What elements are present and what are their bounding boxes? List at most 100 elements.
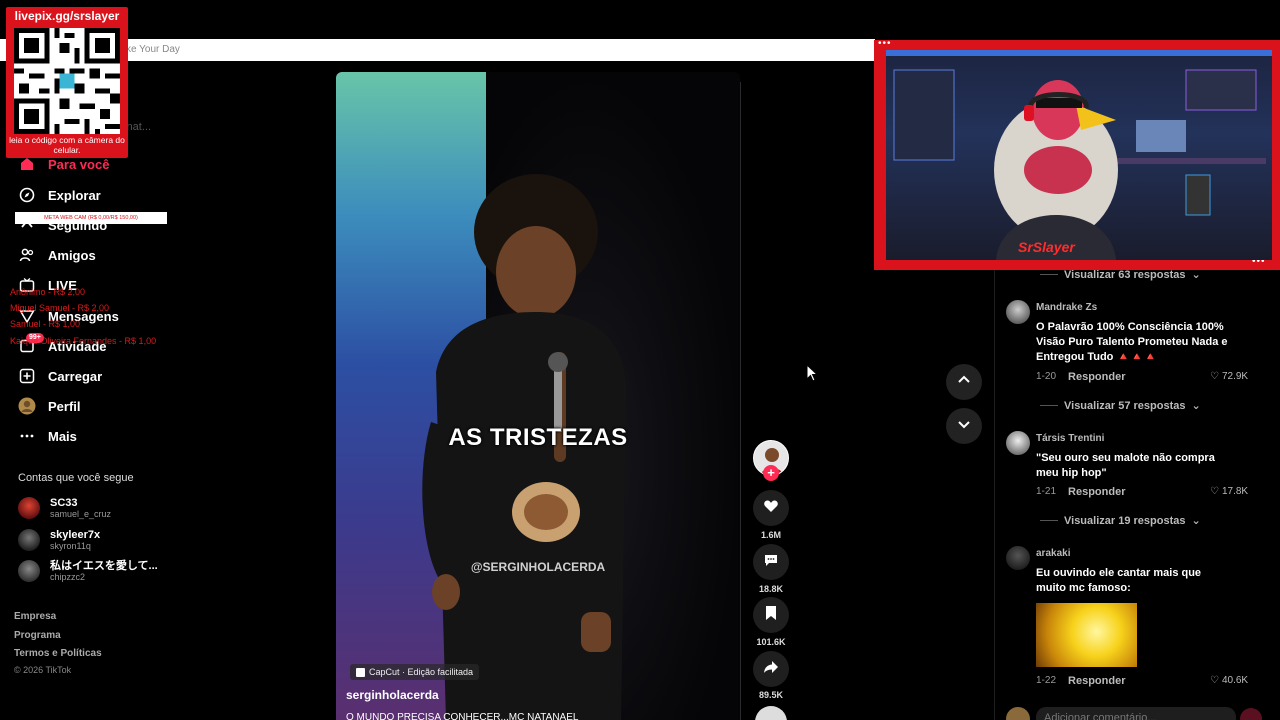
chevron-up-icon [957, 373, 971, 392]
bookmark-icon [764, 605, 778, 626]
nav-item-friends[interactable]: Amigos [18, 244, 96, 266]
account-avatar [18, 529, 40, 551]
view-replies-button[interactable]: Visualizar 19 respostas ⌄ [1040, 514, 1201, 527]
comment-username[interactable]: Társis Trentini [1036, 433, 1104, 444]
capcut-badge[interactable]: CapCut · Edição facilitada [350, 664, 480, 680]
account-name: SC33 [50, 497, 78, 509]
capcut-label: CapCut · Edição facilitada [369, 667, 474, 677]
compass-icon [18, 186, 36, 204]
plus-square-icon [18, 367, 36, 385]
top-strip [0, 0, 1280, 39]
account-avatar [18, 560, 40, 582]
donation-entry: Kaique Oliveira Fernandes - R$ 1,00 [10, 336, 157, 346]
chevron-down-icon: ⌄ [1191, 400, 1201, 412]
comment-meta: 1-21 Responder [1036, 486, 1125, 498]
previous-video-button[interactable] [946, 364, 982, 400]
video-author[interactable]: serginholacerda [346, 688, 439, 702]
comment-text: Eu ouvindo ele cantar mais que muito mc … [1036, 567, 1202, 594]
comment-like-count: 17.8K [1221, 486, 1249, 497]
followed-account[interactable]: SC33 samuel_e_cruz [18, 495, 111, 521]
view-replies-button[interactable]: Visualizar 57 respostas ⌄ [1040, 399, 1201, 412]
account-handle: skyron11q [50, 541, 91, 551]
reply-button[interactable]: Responder [1068, 371, 1125, 383]
share-button[interactable] [753, 651, 789, 687]
comment-meta: 1-22 Responder [1036, 675, 1125, 687]
nav-item-explore[interactable]: Explorar [18, 184, 101, 206]
replies-label: Visualizar 63 respostas [1064, 268, 1186, 281]
comment-icon [763, 552, 779, 573]
comment-text: O Palavrão 100% Consciência 100% Visão P… [1036, 321, 1228, 363]
video-divider [740, 82, 741, 720]
followed-account[interactable]: skyleer7x skyron11q [18, 527, 100, 553]
footer-link-program[interactable]: Programa [14, 630, 61, 641]
share-count: 89.5K [758, 690, 784, 700]
video-player[interactable]: AS TRISTEZAS @SERGINHOLACERDA CapCut · E… [336, 72, 740, 720]
following-accounts-title: Contas que você segue [18, 472, 134, 484]
nav-item-profile[interactable]: Perfil [18, 395, 81, 417]
account-handle: chipzzc2 [50, 572, 86, 582]
share-icon [763, 659, 779, 680]
comment-username[interactable]: Mandrake Zs [1036, 302, 1097, 313]
streamer-name: SrSlayer [1018, 239, 1075, 255]
save-count: 101.6K [756, 637, 786, 647]
comment-like-count: 72.9K [1221, 371, 1249, 382]
heart-icon [763, 498, 779, 519]
nav-label: Perfil [48, 398, 81, 414]
comment-input[interactable]: Adicionar comentário... [1036, 707, 1236, 720]
nav-label: Para você [48, 156, 110, 172]
streamer-room-scene [886, 50, 1272, 260]
comment-avatar[interactable] [1006, 546, 1030, 570]
comment-avatar[interactable] [1006, 431, 1030, 455]
replies-label: Visualizar 19 respostas [1064, 514, 1186, 527]
comment-text: "Seu ouro seu malote não compra meu hip … [1036, 452, 1215, 479]
nav-item-more[interactable]: Mais [18, 425, 77, 447]
search-text: ke Your Day [126, 44, 180, 55]
chevron-down-icon [957, 417, 971, 436]
comment-like[interactable]: ♡ 40.6K [1210, 675, 1248, 686]
heart-outline-icon: ♡ [1210, 486, 1219, 497]
capcut-icon [356, 667, 365, 677]
friends-icon [18, 246, 36, 264]
streamer-avatar-illustration [886, 50, 1272, 260]
comment-meta: 1-20 Responder [1036, 371, 1125, 383]
donation-entry: Anônimo - R$ 2,00 [10, 287, 86, 297]
account-avatar [18, 497, 40, 519]
comment-image[interactable] [1036, 603, 1137, 667]
heart-outline-icon: ♡ [1210, 675, 1219, 686]
nav-label: Mais [48, 428, 77, 444]
like-count: 1.6M [760, 530, 781, 540]
reply-button[interactable]: Responder [1068, 675, 1125, 687]
comment-like[interactable]: ♡ 72.9K [1210, 371, 1248, 382]
streamer-cam-overlay: ••• ••• SrSlayer [874, 38, 1280, 270]
footer-link-company[interactable]: Empresa [14, 611, 56, 622]
nav-label: Explorar [48, 187, 101, 203]
mouse-cursor-icon [806, 364, 818, 382]
video-watermark: @SERGINHOLACERDA [470, 560, 606, 574]
followed-account[interactable]: 私はイエスを愛して... chipzzc2 [18, 558, 158, 584]
comment-like[interactable]: ♡ 17.8K [1210, 486, 1248, 497]
search-bar[interactable]: ke Your Day [0, 39, 875, 61]
video-description: O MUNDO PRECISA CONHECER...MC NATANAEL [346, 712, 579, 720]
decor-dots: ••• [878, 38, 892, 49]
sound-avatar[interactable] [755, 706, 787, 720]
save-button[interactable] [753, 597, 789, 633]
follow-plus-icon[interactable]: + [763, 465, 779, 481]
qr-hint: leia o código com a câmera do celular. [9, 135, 125, 155]
footer-link-terms[interactable]: Termos e Políticas [14, 648, 102, 659]
qr-code-overlay: livepix.gg/srslayer leia o código com a … [6, 7, 128, 158]
account-name: 私はイエスを愛して... [50, 560, 158, 572]
reply-button[interactable]: Responder [1068, 486, 1125, 498]
comment-date: 1-22 [1036, 675, 1057, 686]
nav-item-upload[interactable]: Carregar [18, 365, 102, 387]
comment-username[interactable]: arakaki [1036, 548, 1070, 559]
account-handle: samuel_e_cruz [50, 509, 112, 519]
heart-outline-icon: ♡ [1210, 371, 1219, 382]
nav-label: Amigos [48, 247, 96, 263]
next-video-button[interactable] [946, 408, 982, 444]
comment-button[interactable] [753, 544, 789, 580]
webcam-goal-bar: META WEB CAM (R$ 0,00/R$ 150,00) [15, 212, 167, 224]
comment-avatar[interactable] [1006, 300, 1030, 324]
copyright: © 2026 TikTok [14, 665, 72, 675]
like-button[interactable] [753, 490, 789, 526]
replies-label: Visualizar 57 respostas [1064, 399, 1186, 412]
